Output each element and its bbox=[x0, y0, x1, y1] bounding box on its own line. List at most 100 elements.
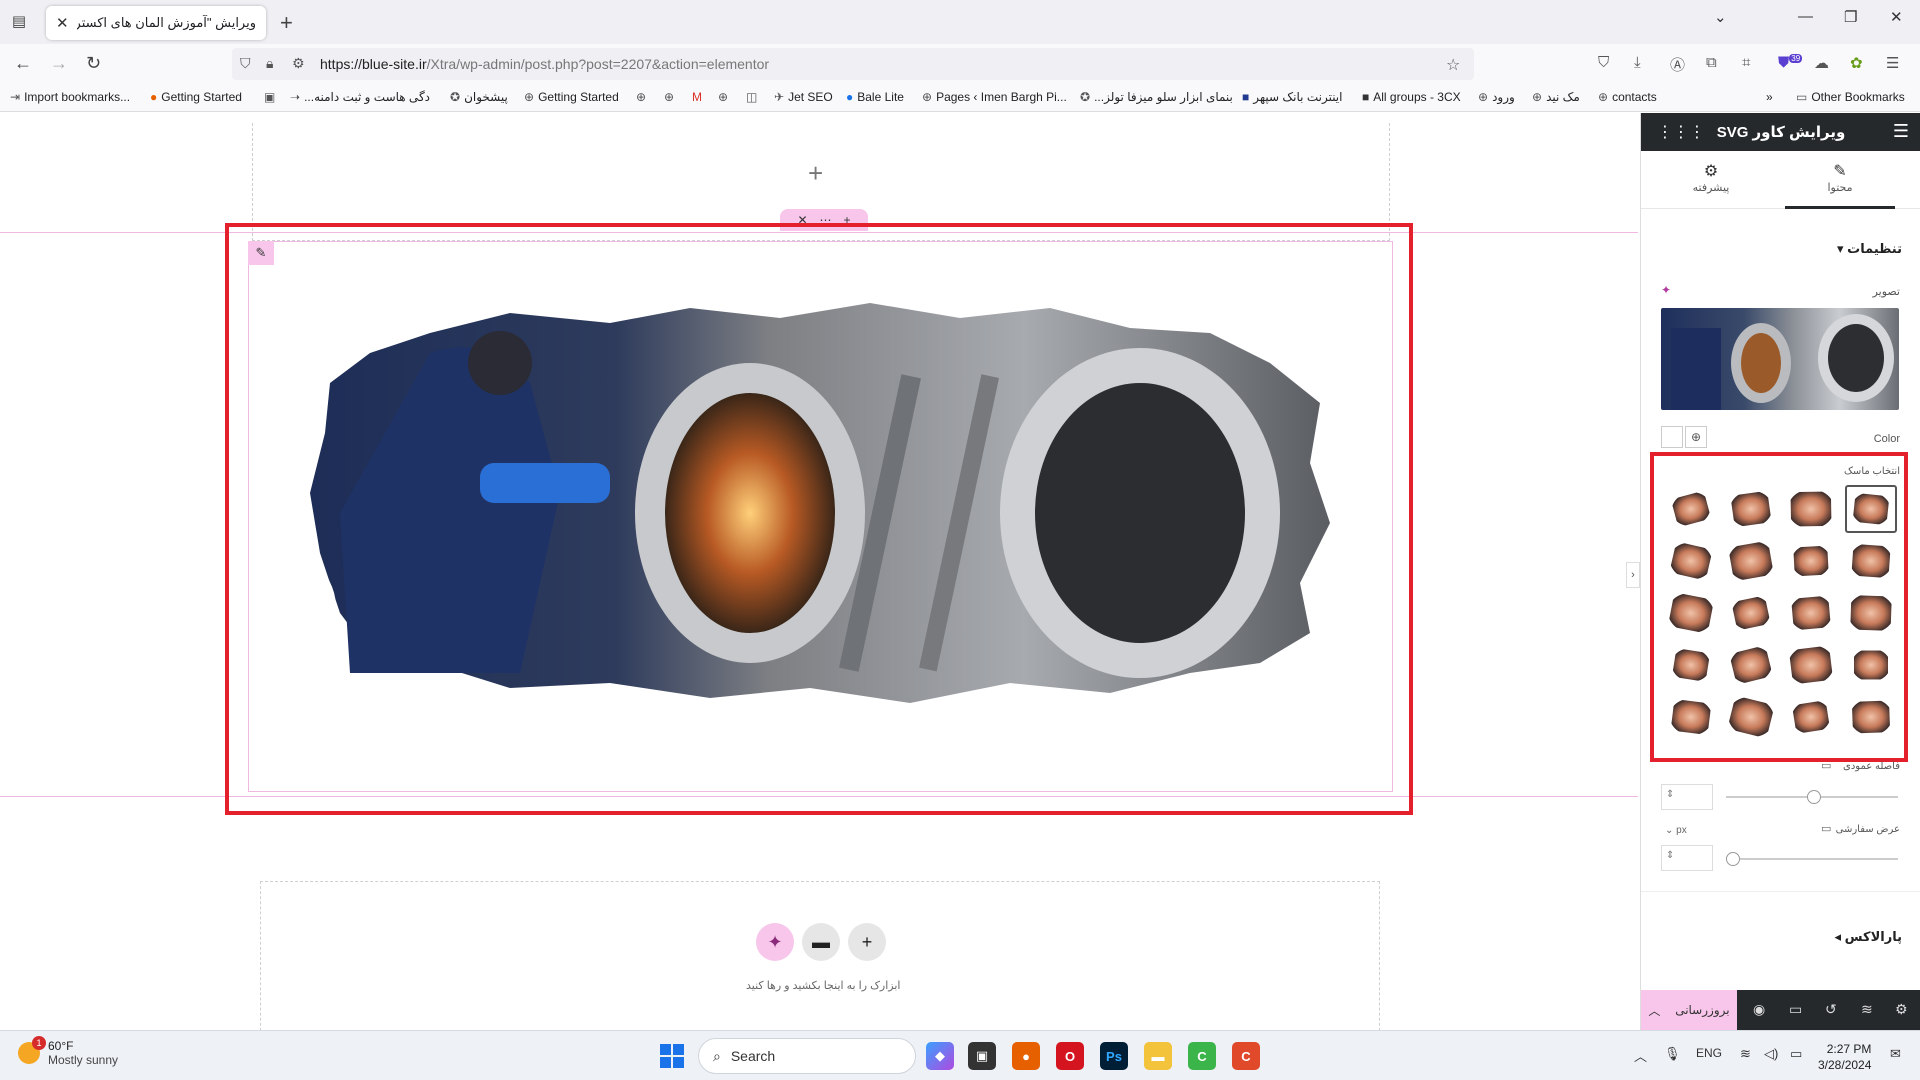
mask-option[interactable] bbox=[1725, 641, 1777, 689]
bookmark-item[interactable]: ✈ Jet SEO bbox=[774, 90, 833, 104]
mask-option[interactable] bbox=[1785, 641, 1837, 689]
update-button[interactable]: ︿ بروزرسانی bbox=[1641, 990, 1737, 1030]
notifications-icon[interactable]: ✉ bbox=[1890, 1046, 1901, 1062]
clock[interactable]: 2:27 PM 3/28/2024 bbox=[1818, 1041, 1871, 1073]
browser-tab[interactable]: ویرایش "آموزش المان های اکسترا - ما ✕ bbox=[46, 6, 266, 40]
minimize-icon[interactable]: — bbox=[1798, 8, 1813, 25]
copilot-icon[interactable]: ◆ bbox=[926, 1042, 954, 1070]
bookmark-item[interactable]: ● Bale Lite bbox=[846, 90, 904, 104]
bookmark-item[interactable]: ⇥ Import bookmarks... bbox=[10, 90, 130, 104]
global-colors-icon[interactable]: ⊕ bbox=[1685, 426, 1707, 448]
bookmark-item[interactable]: ⊕ bbox=[664, 90, 674, 104]
bookmark-item[interactable]: ⊕ contacts bbox=[1598, 90, 1657, 104]
mask-option[interactable] bbox=[1845, 485, 1897, 533]
url-text[interactable]: https://blue-site.ir/Xtra/wp-admin/post.… bbox=[320, 56, 769, 72]
tray-overflow-icon[interactable]: ︿ bbox=[1634, 1046, 1647, 1065]
mask-option[interactable] bbox=[1845, 537, 1897, 585]
panel-collapse-toggle[interactable]: › bbox=[1626, 562, 1640, 588]
volume-icon[interactable]: ◁) bbox=[1764, 1046, 1778, 1062]
custom-width-slider[interactable] bbox=[1726, 852, 1898, 866]
download-icon[interactable]: ⤓ bbox=[1634, 54, 1641, 71]
restore-icon[interactable]: ❐ bbox=[1844, 8, 1857, 26]
account-icon[interactable]: Ⓐ bbox=[1670, 54, 1685, 75]
bookmark-item[interactable]: ● Getting Started bbox=[150, 90, 242, 104]
bookmark-item[interactable]: M bbox=[692, 90, 702, 104]
pocket-icon[interactable]: ⛉ bbox=[1598, 54, 1609, 71]
forward-icon[interactable]: → bbox=[50, 53, 68, 74]
parallax-section-toggle[interactable]: پارالاکس ◂ bbox=[1835, 929, 1902, 945]
navigator-layers-icon[interactable]: ≋ bbox=[1861, 1001, 1873, 1018]
language-indicator[interactable]: ENG bbox=[1696, 1046, 1722, 1060]
permissions-icon[interactable]: ⚙ bbox=[292, 55, 305, 72]
opera-icon[interactable]: O bbox=[1056, 1042, 1084, 1070]
hamburger-icon[interactable]: ☰ bbox=[1893, 121, 1909, 142]
mask-option[interactable] bbox=[1665, 537, 1717, 585]
mask-option[interactable] bbox=[1785, 589, 1837, 637]
bookmark-item[interactable]: ⊕ مک نید bbox=[1532, 90, 1580, 104]
bookmark-item[interactable]: ⊕ ورود bbox=[1478, 90, 1515, 104]
custom-width-slider-knob[interactable] bbox=[1726, 852, 1740, 866]
mask-option[interactable] bbox=[1785, 537, 1837, 585]
settings-gear-icon[interactable]: ⚙ bbox=[1895, 1001, 1908, 1018]
extension-shield-icon[interactable]: ⛊ 39 bbox=[1778, 54, 1803, 71]
firefox-icon[interactable]: ● bbox=[1012, 1042, 1040, 1070]
bookmark-item[interactable]: ⊕ Getting Started bbox=[524, 90, 619, 104]
new-tab-icon[interactable]: + bbox=[280, 10, 293, 36]
bookmark-item[interactable]: ■ اینترنت بانک سپهر bbox=[1242, 90, 1342, 104]
custom-width-number-input[interactable]: ⇕ bbox=[1661, 845, 1713, 871]
settings-section-toggle[interactable]: تنظیمات ▾ bbox=[1837, 241, 1902, 257]
add-section-icon[interactable]: + bbox=[848, 923, 886, 961]
spacing-slider-knob[interactable] bbox=[1807, 790, 1821, 804]
mask-option[interactable] bbox=[1665, 485, 1717, 533]
preview-eye-icon[interactable]: ◉ bbox=[1753, 1001, 1765, 1018]
chevron-up-icon[interactable]: ︿ bbox=[1648, 1002, 1660, 1019]
ai-sparkle-icon[interactable]: ✦ bbox=[1661, 283, 1671, 297]
bookmarks-overflow-icon[interactable]: » bbox=[1766, 90, 1773, 104]
image-thumbnail[interactable] bbox=[1661, 308, 1899, 410]
tab-content[interactable]: ✎ محتوا bbox=[1785, 151, 1895, 209]
microphone-icon[interactable]: 🎙︎ bbox=[1664, 1046, 1681, 1062]
mask-option[interactable] bbox=[1785, 693, 1837, 741]
close-tab-icon[interactable]: ✕ bbox=[56, 14, 69, 32]
bookmark-item[interactable]: ▣ bbox=[264, 90, 275, 104]
reload-icon[interactable]: ↻ bbox=[86, 53, 101, 74]
recorder-icon[interactable]: C bbox=[1232, 1042, 1260, 1070]
battery-icon[interactable]: ▭ bbox=[1790, 1046, 1802, 1062]
bookmark-item[interactable]: ◫ bbox=[746, 90, 757, 104]
mask-option[interactable] bbox=[1665, 693, 1717, 741]
crop-icon[interactable]: ⌗ bbox=[1742, 54, 1750, 71]
other-bookmarks[interactable]: ▭ Other Bookmarks bbox=[1796, 90, 1905, 104]
close-window-icon[interactable]: ✕ bbox=[1890, 8, 1903, 26]
bookmark-item[interactable]: ➝ ...دگی هاست و ثبت دامنه bbox=[290, 90, 430, 104]
mask-option[interactable] bbox=[1845, 641, 1897, 689]
bookmark-item[interactable]: ⊕ bbox=[718, 90, 728, 104]
bookmark-star-icon[interactable]: ☆ bbox=[1446, 55, 1460, 75]
cloud-icon[interactable]: ☁ bbox=[1814, 54, 1829, 72]
taskbar-search[interactable]: ⌕ Search bbox=[698, 1038, 916, 1074]
bookmark-item[interactable]: ■ All groups - 3CX bbox=[1362, 90, 1461, 104]
photoshop-icon[interactable]: Ps bbox=[1100, 1042, 1128, 1070]
extensions-icon[interactable]: ⧉ bbox=[1706, 54, 1717, 71]
add-section-icon[interactable]: + bbox=[808, 158, 823, 189]
tab-list-icon[interactable]: ▤ bbox=[8, 12, 30, 32]
ai-sparkle-icon[interactable]: ✦ bbox=[756, 923, 794, 961]
gear-extension-icon[interactable]: ✿ bbox=[1850, 54, 1863, 72]
mask-option[interactable] bbox=[1725, 485, 1777, 533]
mask-option[interactable] bbox=[1845, 589, 1897, 637]
file-explorer-icon[interactable]: ▬ bbox=[1144, 1042, 1172, 1070]
mask-option[interactable] bbox=[1725, 589, 1777, 637]
edit-widget-icon[interactable]: ✎ bbox=[248, 241, 274, 265]
color-swatch[interactable] bbox=[1661, 426, 1683, 448]
responsive-mode-icon[interactable]: ▭ bbox=[1789, 1001, 1802, 1018]
mask-option[interactable] bbox=[1665, 641, 1717, 689]
tab-advanced[interactable]: ⚙ پیشرفته bbox=[1661, 151, 1761, 209]
shield-icon[interactable]: ⛉ bbox=[240, 55, 251, 72]
history-icon[interactable]: ↺ bbox=[1825, 1001, 1837, 1018]
mask-option[interactable] bbox=[1725, 537, 1777, 585]
wifi-icon[interactable]: ≋ bbox=[1740, 1046, 1751, 1062]
mask-option[interactable] bbox=[1725, 693, 1777, 741]
mask-option[interactable] bbox=[1845, 693, 1897, 741]
spacing-slider[interactable] bbox=[1726, 790, 1898, 804]
lock-icon[interactable]: 🔒︎ bbox=[266, 55, 273, 72]
unit-selector[interactable]: ⌄ px bbox=[1665, 825, 1687, 836]
